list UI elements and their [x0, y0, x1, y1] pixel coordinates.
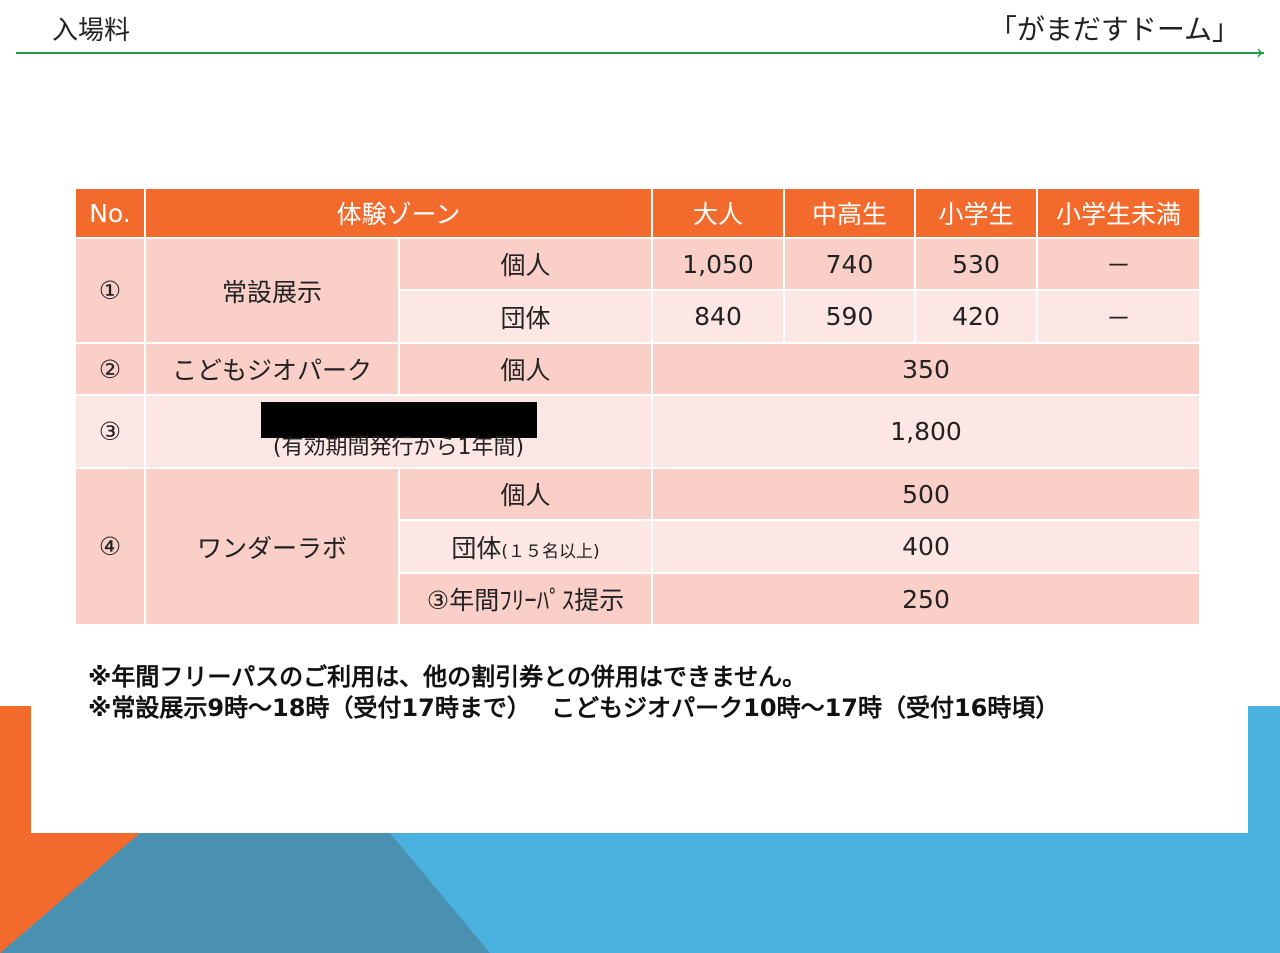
price-cell: 1,800 — [651, 394, 1202, 469]
venue-title: 「がまだすドーム」 — [988, 13, 1240, 46]
note-line: ※年間フリーパスのご利用は、他の割引券との併用はできません。 — [88, 663, 807, 691]
pass-validity-note: (有効期間発行から1年間) — [272, 434, 525, 460]
price-cell: 350 — [651, 342, 1202, 396]
admission-fee-table: No. 体験ゾーン 大人 中高生 小学生 小学生未満 ① 常設展示 個人 1,0… — [74, 187, 1202, 626]
table-row: ④ ワンダーラボ 個人 500 — [74, 467, 1202, 626]
header-under-elementary: 小学生未満 — [1036, 187, 1202, 239]
table-header-row: No. 体験ゾーン 大人 中高生 小学生 小学生未満 — [74, 187, 1202, 239]
price-cell: 840 — [651, 289, 786, 344]
price-cell: 400 — [651, 519, 1202, 574]
header-adult: 大人 — [651, 187, 786, 239]
ticket-type: 個人 — [397, 467, 654, 521]
ticket-type: 団体(１５名以上) — [397, 519, 654, 574]
row-number: ③ — [74, 394, 146, 469]
price-cell: － — [1036, 289, 1202, 344]
zone-name: ワンダーラボ — [144, 467, 400, 626]
table-row: ② こどもジオパーク 個人 350 — [74, 342, 1202, 396]
row-number: ④ — [74, 467, 146, 626]
zone-name: 常設展示 — [144, 237, 400, 344]
table-row: ③ (有効期間発行から1年間) 1,800 — [74, 394, 1202, 469]
ticket-type: 個人 — [397, 237, 654, 291]
ticket-type-label: 団体 — [451, 533, 502, 563]
price-cell: 530 — [914, 237, 1039, 291]
ticket-type: 個人 — [397, 342, 654, 396]
header-divider — [16, 52, 1264, 54]
row-number: ② — [74, 342, 146, 396]
page-title: 入場料 — [52, 16, 131, 46]
header-highschool: 中高生 — [783, 187, 917, 239]
ticket-type: 団体 — [397, 289, 654, 344]
ticket-type-condition: (１５名以上) — [501, 541, 600, 562]
price-cell: 250 — [651, 572, 1202, 626]
notes: ※年間フリーパスのご利用は、他の割引券との併用はできません。 ※常設展示9時～1… — [88, 662, 1059, 724]
table-row: ① 常設展示 個人 1,050 740 530 － — [74, 237, 1202, 344]
header-zone: 体験ゾーン — [143, 187, 654, 239]
note-line: ※常設展示9時～18時（受付17時まで） こどもジオパーク10時～17時（受付1… — [88, 694, 1060, 722]
header-no: No. — [74, 187, 146, 239]
header-elementary: 小学生 — [914, 187, 1039, 239]
price-cell: 1,050 — [651, 237, 786, 291]
redacted-text — [260, 401, 537, 438]
zone-name: こどもジオパーク — [144, 342, 400, 396]
price-cell: 500 — [651, 467, 1202, 521]
ticket-type: ③年間ﾌﾘｰﾊﾟｽ提示 — [397, 572, 654, 626]
arrow-right-icon: › — [1256, 40, 1264, 64]
price-cell: － — [1036, 237, 1202, 291]
row-number: ① — [74, 237, 146, 344]
price-cell: 590 — [783, 289, 917, 344]
price-cell: 420 — [914, 289, 1039, 344]
zone-name: (有効期間発行から1年間) — [143, 394, 654, 469]
price-cell: 740 — [783, 237, 917, 291]
